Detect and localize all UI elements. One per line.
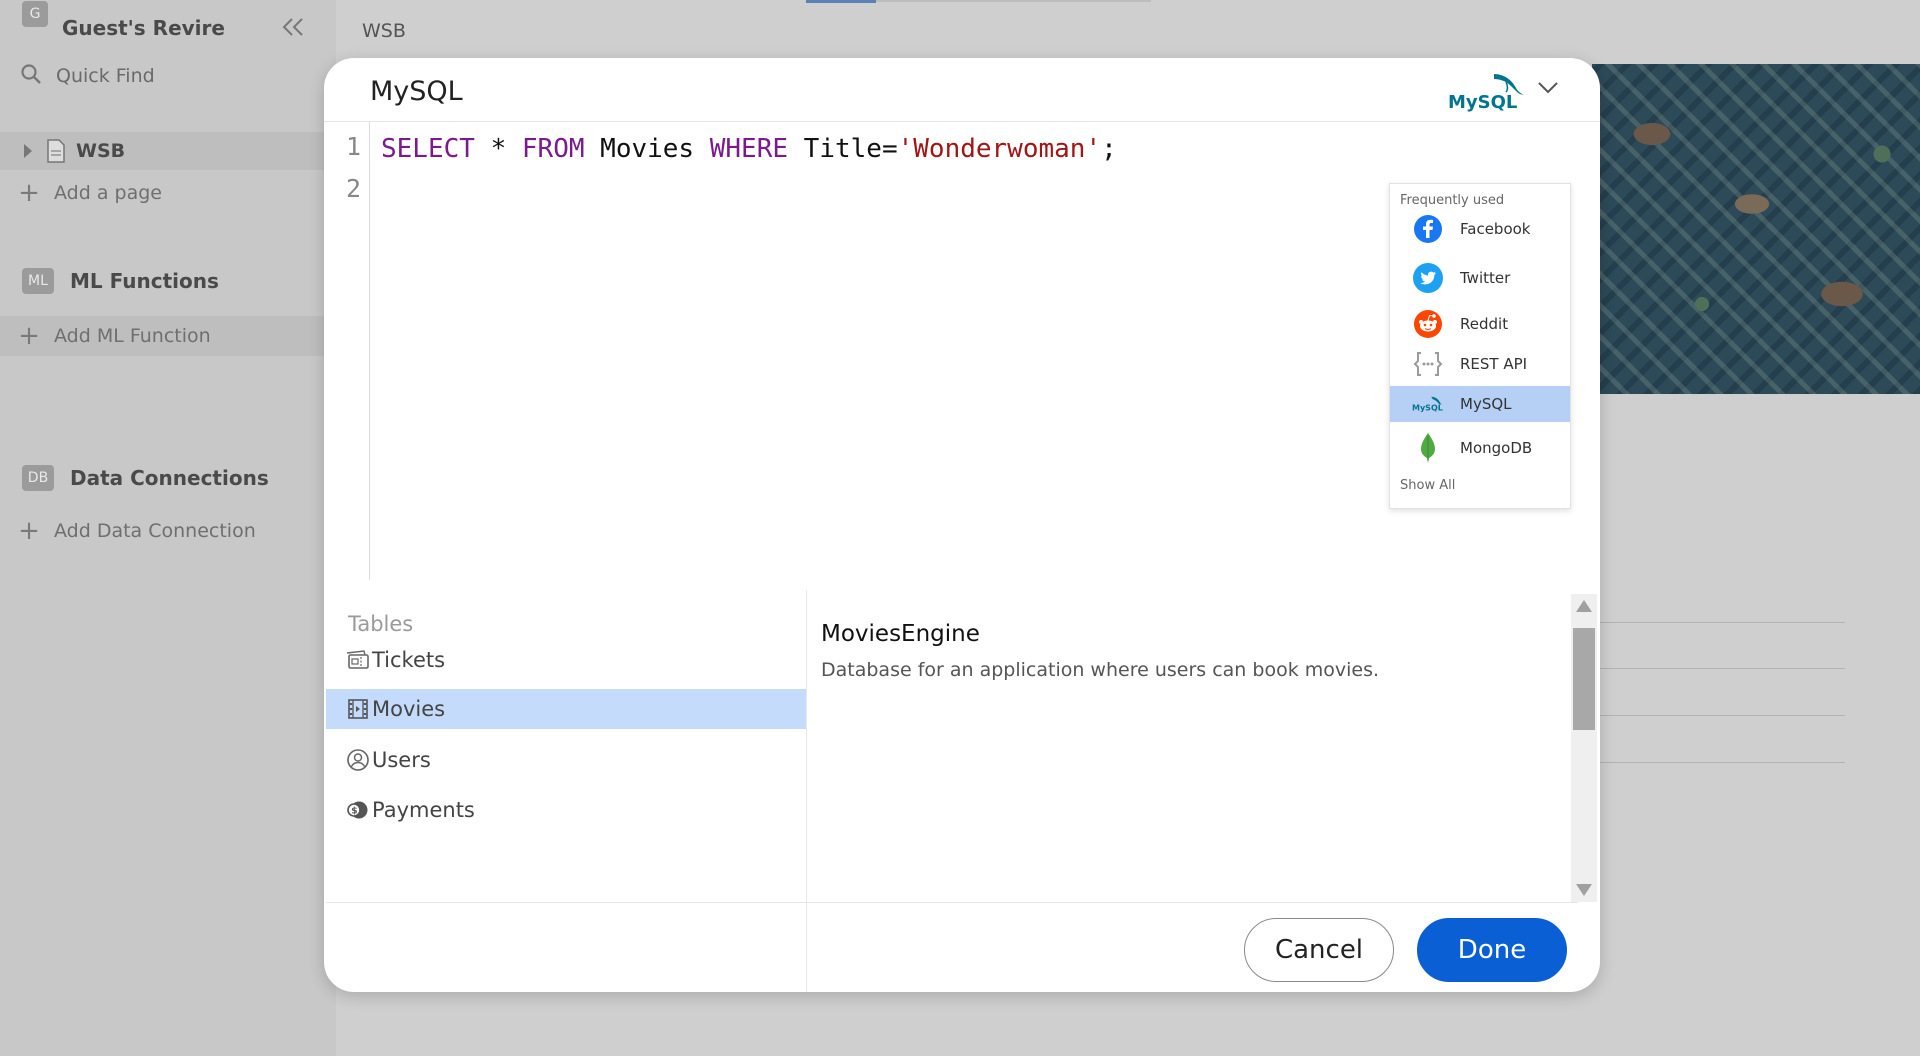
- source-item-label: REST API: [1460, 355, 1528, 373]
- done-button[interactable]: Done: [1417, 918, 1567, 982]
- tables-heading: Tables: [348, 612, 414, 636]
- mysql-logo-icon: MySQL: [1446, 70, 1528, 118]
- user-icon: [346, 748, 370, 772]
- db-badge: DB: [22, 465, 54, 491]
- table-item-label: Tickets: [372, 648, 446, 672]
- workspace-name: Guest's Revire: [62, 16, 225, 40]
- line-number: 2: [345, 174, 361, 203]
- token-condition: Title=: [788, 134, 898, 164]
- collapse-sidebar-icon[interactable]: [280, 16, 306, 42]
- cover-image: [1592, 64, 1920, 394]
- cancel-button[interactable]: Cancel: [1244, 918, 1394, 982]
- ml-badge: ML: [22, 268, 54, 294]
- source-item-label: Twitter: [1460, 269, 1511, 287]
- modal-header: MySQL MySQL: [324, 58, 1600, 122]
- source-item-label: Reddit: [1460, 315, 1509, 333]
- show-all-link[interactable]: Show All: [1400, 478, 1455, 493]
- keyword-from: FROM: [521, 134, 585, 164]
- source-item-mongodb[interactable]: MongoDB: [1390, 430, 1570, 466]
- divider: [1600, 715, 1845, 716]
- add-data-connection-button[interactable]: + Add Data Connection: [0, 516, 324, 546]
- code-line[interactable]: SELECT * FROM Movies WHERE Title='Wonder…: [381, 134, 1117, 164]
- token-star: *: [474, 134, 522, 164]
- table-item-label: Payments: [372, 798, 475, 822]
- page-icon: [46, 139, 66, 167]
- source-dropdown: Frequently used Facebook Twitter Reddit …: [1389, 183, 1571, 509]
- frequently-used-heading: Frequently used: [1400, 193, 1505, 208]
- plus-icon: +: [18, 516, 40, 546]
- search-icon: [20, 63, 42, 89]
- facebook-icon: [1412, 213, 1444, 245]
- tables-panel: Tables Tickets Movies Users $ Payments: [326, 590, 806, 980]
- panel-divider: [806, 590, 807, 992]
- footer-divider: [326, 902, 1578, 903]
- divider: [1600, 668, 1845, 669]
- table-item-payments[interactable]: $ Payments: [326, 790, 806, 830]
- source-item-rest-api[interactable]: REST API: [1390, 346, 1570, 382]
- divider: [1600, 622, 1845, 623]
- table-item-label: Movies: [372, 697, 446, 721]
- source-item-label: MongoDB: [1460, 439, 1533, 457]
- add-ml-function-label: Add ML Function: [54, 325, 211, 347]
- source-item-label: Facebook: [1460, 220, 1531, 238]
- line-number: 1: [345, 132, 361, 161]
- plus-icon: +: [18, 178, 40, 208]
- mysql-icon: MySQL: [1412, 388, 1444, 420]
- modal-title: MySQL: [370, 76, 463, 107]
- scrollbar[interactable]: [1571, 594, 1597, 902]
- twitter-icon: [1412, 262, 1444, 294]
- add-page-button[interactable]: + Add a page: [0, 178, 324, 208]
- table-item-tickets[interactable]: Tickets: [326, 640, 806, 680]
- keyword-where: WHERE: [709, 134, 789, 164]
- scrollbar-thumb[interactable]: [1573, 628, 1595, 730]
- film-icon: [346, 697, 370, 721]
- database-name: MoviesEngine: [821, 621, 980, 647]
- quick-find-label: Quick Find: [56, 65, 155, 87]
- scroll-up-arrow-icon[interactable]: [1576, 600, 1592, 612]
- keyword-select: SELECT: [381, 134, 475, 164]
- active-tab-indicator: [806, 0, 876, 3]
- source-item-twitter[interactable]: Twitter: [1390, 260, 1570, 296]
- token-semicolon: ;: [1101, 134, 1117, 164]
- line-number-gutter: 1 2: [324, 122, 370, 580]
- svg-text:MySQL: MySQL: [1412, 403, 1443, 412]
- data-connection-modal: MySQL MySQL 1 2 SELECT * FROM Movies WHE…: [324, 58, 1600, 992]
- scroll-down-arrow-icon[interactable]: [1576, 884, 1592, 896]
- plus-icon: +: [18, 321, 40, 351]
- tab-bar-line: [876, 0, 1151, 2]
- divider: [1600, 762, 1845, 763]
- payments-icon: $: [346, 798, 370, 822]
- table-item-label: Users: [372, 748, 431, 772]
- source-item-label: MySQL: [1460, 395, 1512, 413]
- rest-api-icon: [1412, 348, 1444, 380]
- sidebar-item-label: WSB: [76, 140, 126, 162]
- workspace-badge: G: [22, 1, 48, 27]
- table-item-users[interactable]: Users: [326, 740, 806, 780]
- add-ml-function-button[interactable]: + Add ML Function: [0, 316, 324, 356]
- token-table: Movies: [584, 134, 710, 164]
- database-description: Database for an application where users …: [821, 659, 1380, 681]
- mysql-logo-text: MySQL: [1448, 92, 1517, 113]
- add-data-connection-label: Add Data Connection: [54, 520, 256, 542]
- string-literal: 'Wonderwoman': [897, 134, 1102, 164]
- expand-arrow-icon[interactable]: [22, 142, 34, 164]
- source-item-mysql[interactable]: MySQL MySQL: [1390, 386, 1570, 422]
- ticket-icon: [346, 648, 370, 672]
- reddit-icon: [1412, 308, 1444, 340]
- ml-functions-header: ML ML Functions: [0, 266, 324, 296]
- source-item-facebook[interactable]: Facebook: [1390, 211, 1570, 247]
- data-connections-title: Data Connections: [70, 466, 269, 490]
- chevron-down-icon[interactable]: [1536, 80, 1560, 100]
- ml-functions-title: ML Functions: [70, 269, 219, 293]
- svg-text:$: $: [351, 807, 357, 817]
- data-connections-header: DB Data Connections: [0, 463, 324, 493]
- page-tab-title[interactable]: WSB: [362, 20, 406, 42]
- source-item-reddit[interactable]: Reddit: [1390, 306, 1570, 342]
- sidebar: G Guest's Revire Quick Find WSB + Add a …: [0, 0, 336, 1056]
- table-item-movies[interactable]: Movies: [326, 689, 806, 729]
- mongodb-icon: [1412, 432, 1444, 464]
- add-page-label: Add a page: [54, 182, 162, 204]
- sidebar-item-wsb[interactable]: WSB: [0, 132, 324, 170]
